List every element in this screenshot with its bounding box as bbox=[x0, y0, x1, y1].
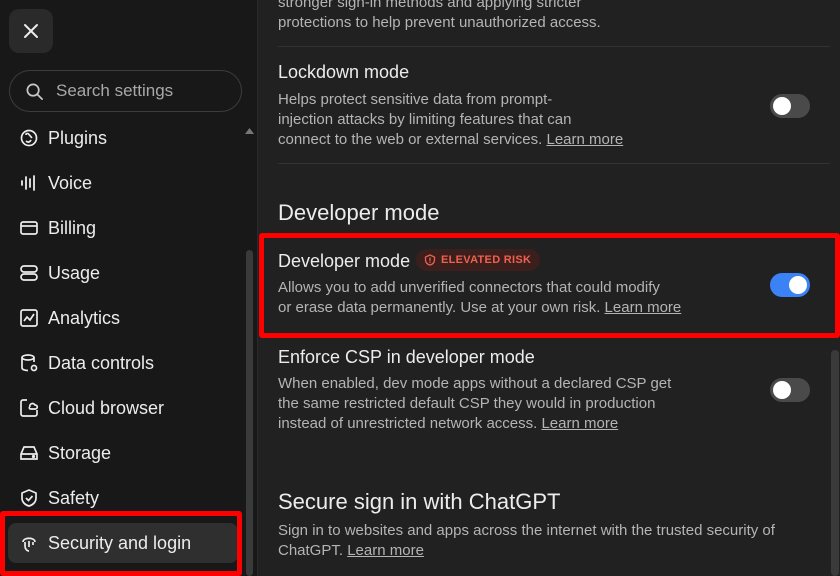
csp-learn-more-link[interactable]: Learn more bbox=[541, 415, 618, 432]
cloud-browser-icon bbox=[18, 397, 40, 419]
divider bbox=[278, 46, 830, 47]
highlight-developer-mode bbox=[259, 233, 840, 338]
lockdown-mode-toggle[interactable] bbox=[770, 94, 810, 118]
signin-desc-line2: ChatGPT. Learn more bbox=[278, 541, 818, 561]
sidebar-item-cloud-browser[interactable]: Cloud browser bbox=[8, 388, 238, 428]
prev-setting-description: stronger sign-in methods and applying st… bbox=[278, 0, 601, 33]
search-input[interactable] bbox=[54, 80, 228, 102]
prev-desc-line1: stronger sign-in methods and applying st… bbox=[278, 0, 582, 11]
secure-signin-heading: Secure sign in with ChatGPT bbox=[278, 489, 561, 514]
content-scrollbar[interactable] bbox=[831, 350, 839, 576]
csp-desc-line1: When enabled, dev mode apps without a de… bbox=[278, 375, 672, 392]
settings-sidebar: Plugins Voice Billing Usage bbox=[0, 0, 258, 576]
signin-learn-more-link[interactable]: Learn more bbox=[347, 542, 424, 559]
sidebar-item-billing[interactable]: Billing bbox=[8, 208, 238, 248]
highlight-security-login bbox=[0, 511, 242, 576]
sidebar-item-storage[interactable]: Storage bbox=[8, 433, 238, 473]
sidebar-item-usage[interactable]: Usage bbox=[8, 253, 238, 293]
prev-desc-line2: protections to help prevent unauthorized… bbox=[278, 14, 601, 31]
close-icon bbox=[24, 24, 38, 38]
secure-signin-description: Sign in to websites and apps across the … bbox=[278, 521, 818, 561]
enforce-csp-toggle[interactable] bbox=[770, 378, 810, 402]
lockdown-desc-line2: injection attacks by limiting features t… bbox=[278, 111, 572, 128]
lockdown-desc-line3: connect to the web or external services.… bbox=[278, 130, 658, 150]
signin-desc-line1: Sign in to websites and apps across the … bbox=[278, 522, 775, 539]
sidebar-item-analytics[interactable]: Analytics bbox=[8, 298, 238, 338]
enforce-csp-title: Enforce CSP in developer mode bbox=[278, 347, 535, 367]
sidebar-scrollbar[interactable] bbox=[246, 250, 253, 576]
csp-desc-line3-text: instead of unrestricted network access. bbox=[278, 415, 538, 432]
analytics-icon bbox=[18, 307, 40, 329]
divider bbox=[278, 163, 830, 164]
usage-icon bbox=[18, 262, 40, 284]
scroll-up-arrow-icon[interactable] bbox=[245, 128, 254, 134]
csp-desc-line3: instead of unrestricted network access. … bbox=[278, 414, 758, 434]
developer-mode-section-heading: Developer mode bbox=[278, 200, 440, 225]
sidebar-item-plugins[interactable]: Plugins bbox=[8, 118, 238, 158]
signin-desc-line2-text: ChatGPT. bbox=[278, 542, 344, 559]
toggle-knob bbox=[773, 97, 791, 115]
safety-icon bbox=[18, 487, 40, 509]
toggle-knob bbox=[773, 381, 791, 399]
storage-icon bbox=[18, 442, 40, 464]
lockdown-desc-line3-text: connect to the web or external services. bbox=[278, 131, 543, 148]
lockdown-desc-line1: Helps protect sensitive data from prompt… bbox=[278, 91, 553, 108]
voice-icon bbox=[18, 172, 40, 194]
data-controls-icon bbox=[18, 352, 40, 374]
sidebar-item-data-controls[interactable]: Data controls bbox=[8, 343, 238, 383]
csp-desc-line2: the same restricted default CSP they wou… bbox=[278, 395, 656, 412]
search-settings[interactable] bbox=[9, 70, 242, 112]
close-button[interactable] bbox=[9, 9, 53, 53]
lockdown-mode-title: Lockdown mode bbox=[278, 62, 410, 82]
billing-icon bbox=[18, 217, 40, 239]
sidebar-item-voice[interactable]: Voice bbox=[8, 163, 238, 203]
lockdown-learn-more-link[interactable]: Learn more bbox=[546, 131, 623, 148]
enforce-csp-description: When enabled, dev mode apps without a de… bbox=[278, 374, 758, 434]
search-icon bbox=[26, 83, 43, 100]
plugins-icon bbox=[18, 127, 40, 149]
lockdown-mode-description: Helps protect sensitive data from prompt… bbox=[278, 90, 658, 150]
